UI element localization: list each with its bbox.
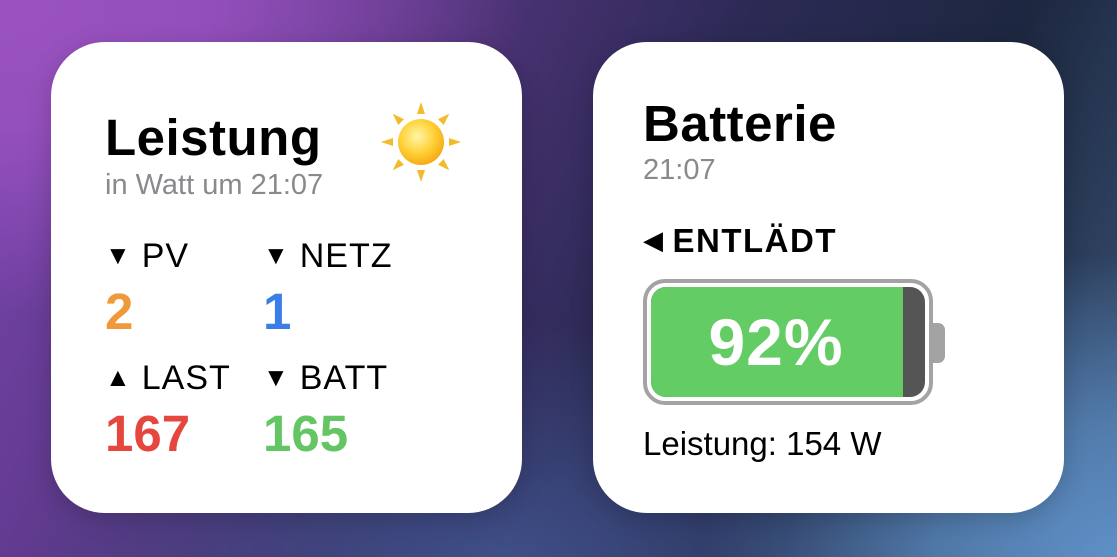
arrow-down-icon: ▼ [105,240,132,270]
metric-value-last: 167 [105,405,191,462]
arrow-down-icon: ▼ [263,240,290,270]
leistung-subtitle: in Watt um 21:07 [105,169,324,201]
sun-icon [381,102,461,182]
power-readout: Leistung: 154 W [643,425,882,462]
metric-value-netz: 1 [263,283,292,340]
metric-name-batt: BATT [299,359,389,397]
metric-label-last: ▲ LAST [105,359,231,398]
status-text: ENTLÄDT [672,222,837,259]
battery-terminal [933,323,945,363]
batterie-time: 21:07 [643,154,716,186]
metric-name-last: LAST [141,359,231,397]
battery-body: 92% [651,287,925,397]
leistung-widget[interactable]: Leistung in Watt um 21:07 ▼ PV 2 ▼ NETZ 1 [51,42,522,513]
metric-label-netz: ▼ NETZ [263,237,393,276]
arrow-left-icon: ◀ [643,225,665,255]
metric-label-pv: ▼ PV [105,237,189,276]
batterie-title: Batterie [643,95,837,152]
batterie-widget[interactable]: Batterie 21:07 ◀ ENTLÄDT 92% Leistung: 15… [593,42,1064,513]
metric-name-netz: NETZ [299,237,393,275]
status-label: ◀ ENTLÄDT [643,222,837,260]
metric-value-pv: 2 [105,283,134,340]
arrow-down-icon: ▼ [263,362,290,392]
battery-icon: 92% [643,279,933,405]
metric-label-batt: ▼ BATT [263,359,388,398]
metric-name-pv: PV [141,237,190,275]
leistung-title: Leistung [105,109,322,166]
battery-percentage: 92% [708,305,844,379]
metric-value-batt: 165 [263,405,349,462]
arrow-up-icon: ▲ [105,362,132,392]
